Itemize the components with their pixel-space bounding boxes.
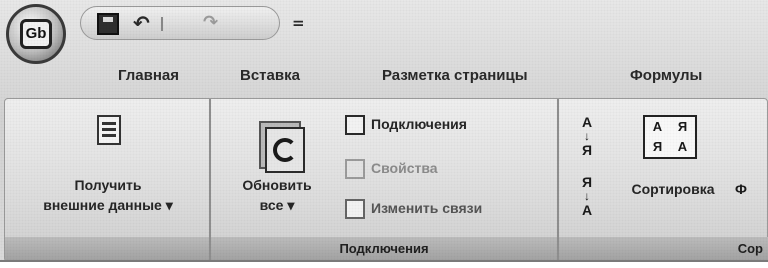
- toolbar-separator: [161, 17, 163, 31]
- title-bar: Gb ↶ ↷ =: [0, 0, 768, 64]
- connections-icon: [345, 115, 365, 136]
- group-label-external: [5, 237, 209, 260]
- excel-ribbon-window: Gb ↶ ↷ = Главная Вставка Разметка страни…: [0, 0, 768, 262]
- sort-label: Сортировка: [631, 181, 715, 197]
- properties-icon: [345, 159, 365, 180]
- get-external-data-button[interactable]: Получить внешние данные ▾: [9, 175, 207, 215]
- refresh-all-button[interactable]: Обновить все ▾: [219, 175, 335, 215]
- ribbon-tabs: Главная Вставка Разметка страницы Формул…: [0, 62, 768, 94]
- document-icon: [97, 115, 121, 145]
- refresh-icon: [265, 127, 305, 173]
- save-icon[interactable]: [97, 13, 119, 35]
- sort-button[interactable]: Сортировка: [623, 179, 723, 199]
- get-data-label-1: Получить: [74, 177, 142, 193]
- edit-links-icon: [345, 199, 365, 220]
- tab-home[interactable]: Главная: [118, 67, 179, 84]
- customize-toolbar-button[interactable]: =: [292, 14, 305, 32]
- edit-links-button[interactable]: Изменить связи: [345, 195, 482, 221]
- chevron-down-icon: ▾: [287, 197, 295, 213]
- tab-page-layout[interactable]: Разметка страницы: [382, 67, 528, 84]
- tab-insert[interactable]: Вставка: [240, 67, 300, 84]
- connections-button[interactable]: Подключения: [345, 111, 467, 137]
- group-label-sort: Сор: [559, 237, 768, 260]
- group-connections: Обновить все ▾ Подключения Свойства Изме…: [211, 99, 559, 260]
- refresh-label-1: Обновить: [242, 177, 312, 193]
- tab-formulas[interactable]: Формулы: [630, 67, 702, 84]
- office-logo-icon: Gb: [20, 19, 52, 49]
- redo-icon[interactable]: ↷: [203, 13, 225, 35]
- group-label-connections: Подключения: [211, 237, 557, 260]
- refresh-label-2: все: [259, 197, 284, 213]
- filter-button-partial[interactable]: Ф: [735, 179, 747, 199]
- sort-dialog-icon: АЯ ЯА: [643, 115, 697, 159]
- edit-links-label: Изменить связи: [371, 200, 483, 216]
- chevron-down-icon: ▾: [165, 197, 173, 213]
- connections-label: Подключения: [371, 116, 467, 132]
- quick-access-toolbar: ↶ ↷: [80, 6, 280, 40]
- properties-label: Свойства: [371, 160, 438, 176]
- group-sort-filter: А ↓ Я Я ↓ А АЯ ЯА Сортировка Ф Сор: [559, 99, 768, 260]
- sort-ascending-icon[interactable]: А ↓ Я: [577, 115, 597, 157]
- sort-descending-icon[interactable]: Я ↓ А: [577, 175, 597, 217]
- undo-icon[interactable]: ↶: [133, 13, 155, 35]
- ribbon-panel: Получить внешние данные ▾ Обновить все ▾…: [4, 98, 768, 260]
- properties-button[interactable]: Свойства: [345, 155, 438, 181]
- get-data-label-2: внешние данные: [43, 197, 162, 213]
- office-button[interactable]: Gb: [6, 4, 66, 64]
- group-external-data: Получить внешние данные ▾: [5, 99, 211, 260]
